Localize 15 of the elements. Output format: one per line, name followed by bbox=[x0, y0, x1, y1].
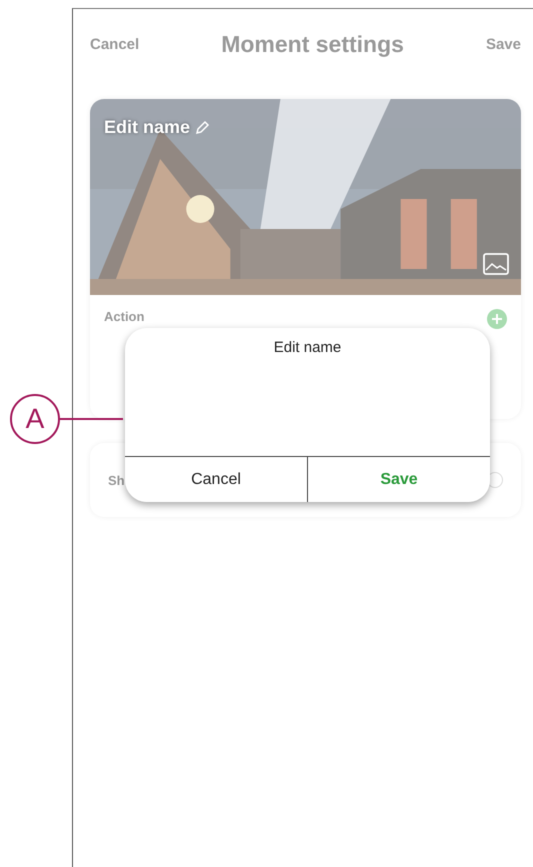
screen-title: Moment settings bbox=[221, 30, 404, 58]
setting-label: Sh bbox=[108, 472, 125, 488]
save-button[interactable]: Save bbox=[307, 457, 490, 502]
action-label: Action bbox=[104, 309, 144, 324]
cancel-button[interactable]: Cancel bbox=[125, 457, 307, 502]
plus-icon bbox=[491, 313, 503, 325]
cancel-button[interactable]: Cancel bbox=[90, 36, 140, 52]
callout-marker: A bbox=[10, 394, 60, 444]
image-icon[interactable] bbox=[483, 253, 509, 275]
pencil-icon[interactable] bbox=[194, 120, 210, 136]
add-button[interactable] bbox=[487, 309, 507, 329]
moment-name[interactable]: Edit name bbox=[104, 117, 190, 138]
leader-line bbox=[60, 418, 123, 420]
save-button[interactable]: Save bbox=[486, 36, 521, 52]
dialog-title: Edit name bbox=[274, 339, 342, 356]
